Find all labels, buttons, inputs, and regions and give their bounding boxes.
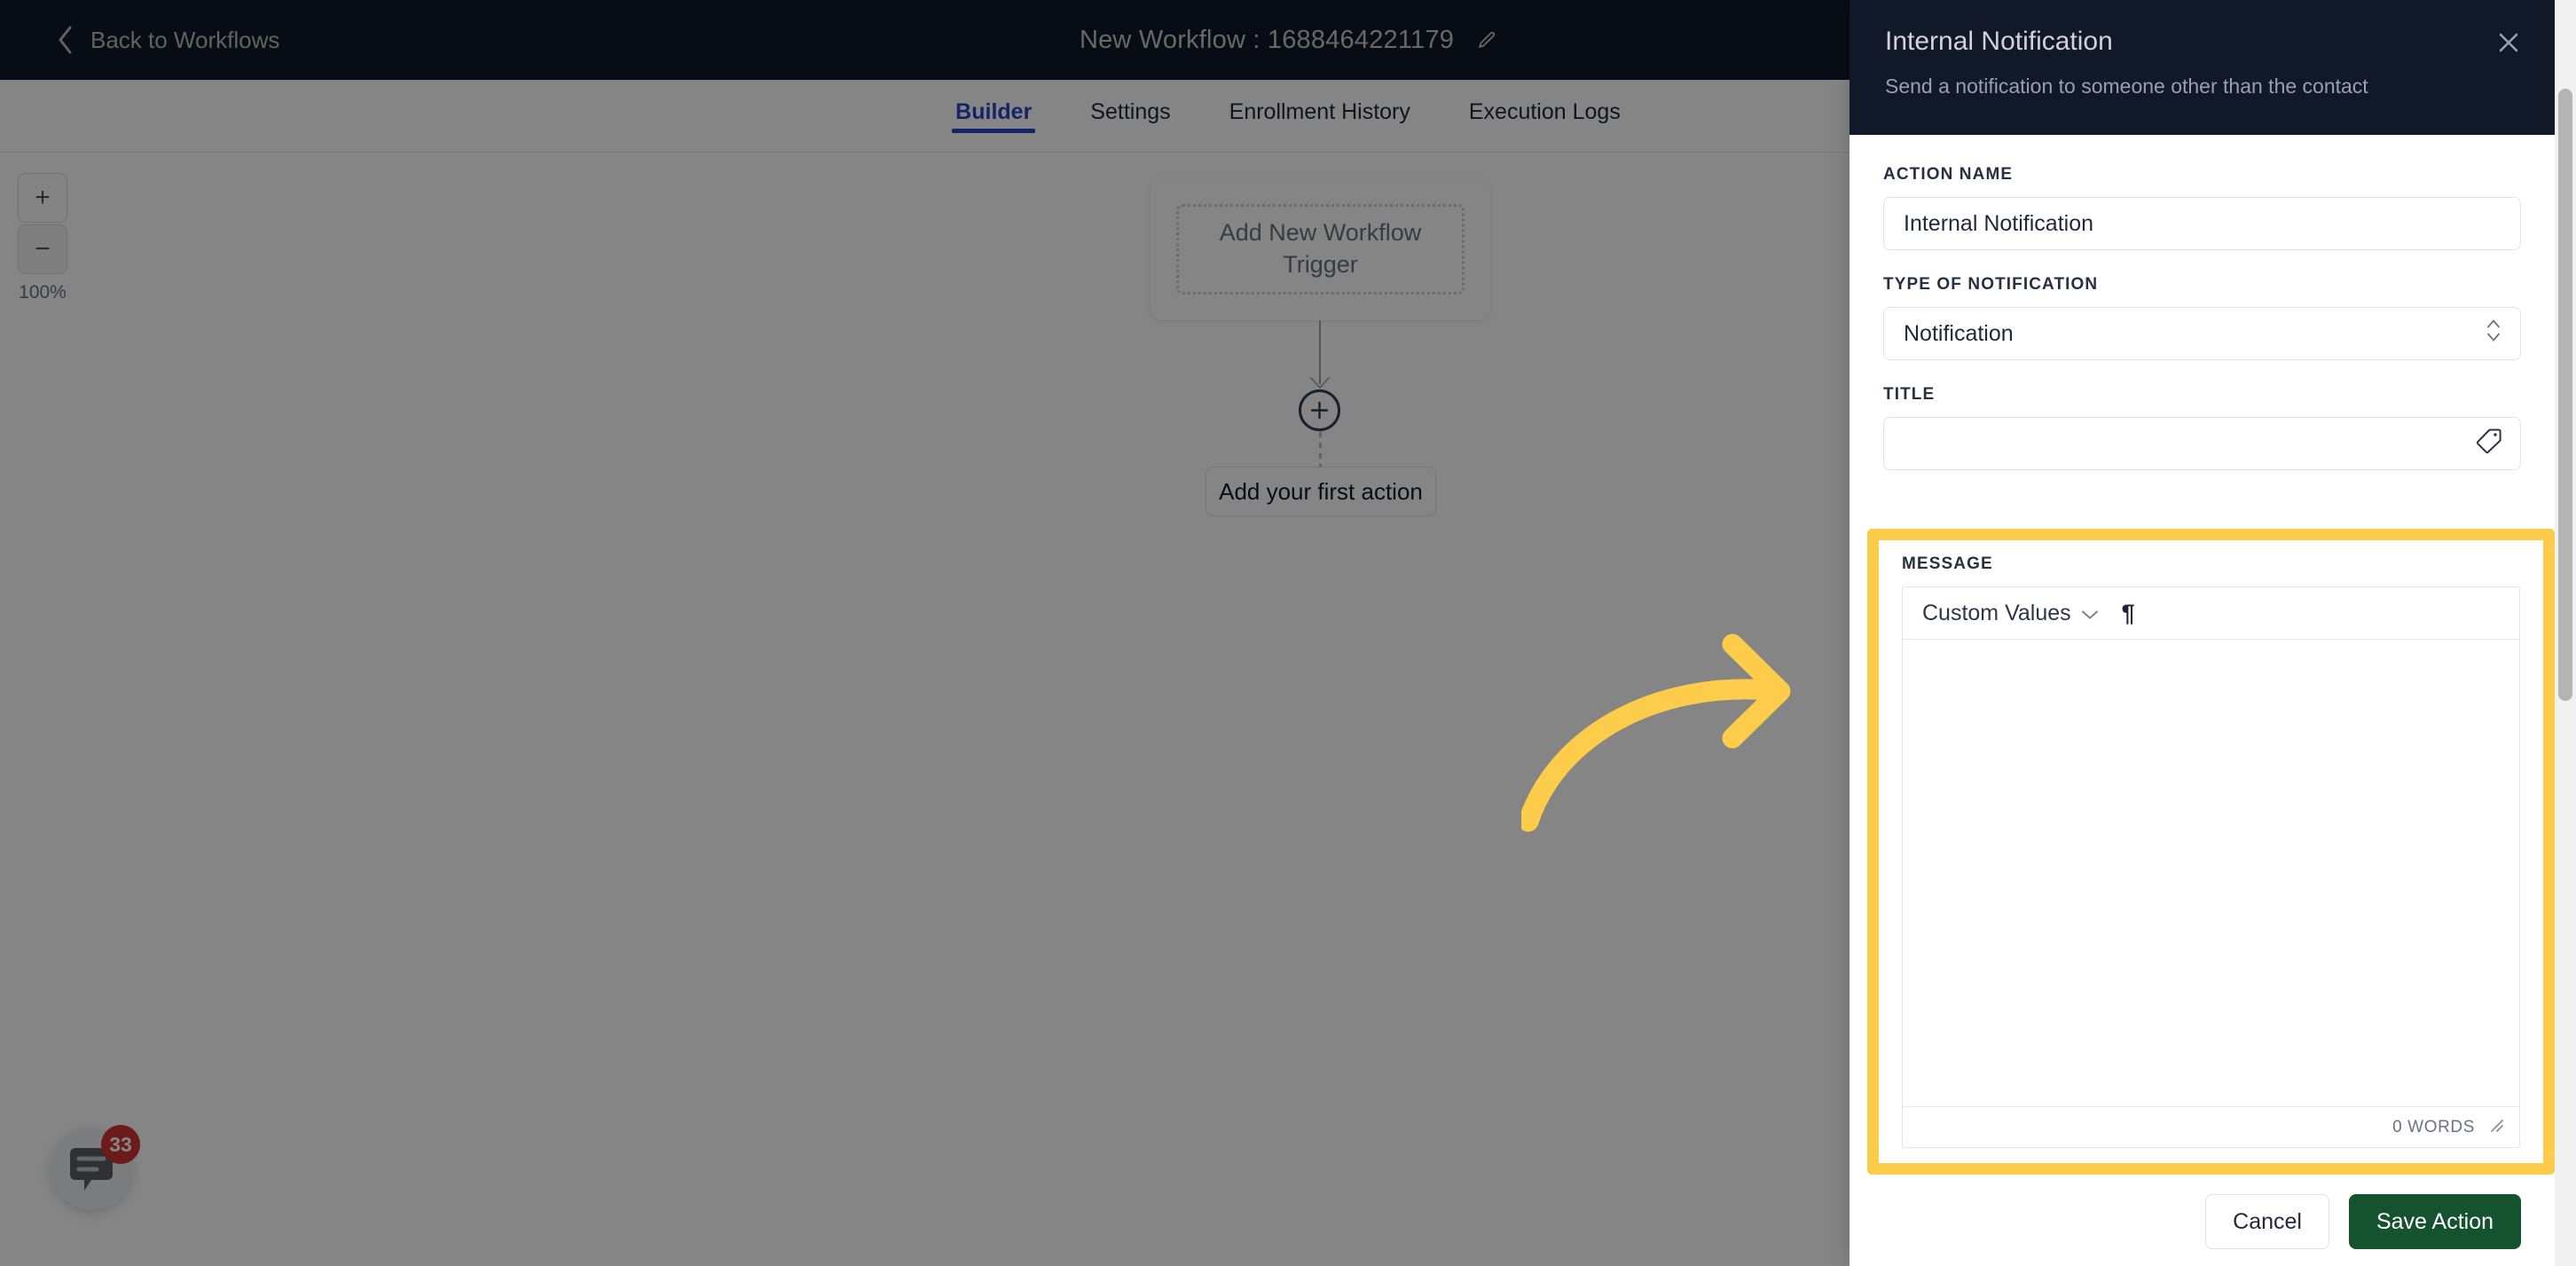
field-type-of-notification: TYPE OF NOTIFICATION Notification [1883, 275, 2521, 360]
chevron-left-icon [55, 25, 75, 55]
resize-handle-icon[interactable] [2487, 1116, 2505, 1138]
tab-execution-logs[interactable]: Execution Logs [1469, 80, 1621, 133]
tag-icon[interactable] [2476, 428, 2502, 460]
add-workflow-trigger-node[interactable]: Add New Workflow Trigger [1151, 178, 1490, 320]
panel-title: Internal Notification [1885, 27, 2113, 56]
app-root: Back to Workflows New Workflow : 1688464… [0, 0, 2576, 1266]
chevron-up-down-icon [2486, 317, 2501, 351]
action-name-input[interactable]: Internal Notification [1883, 197, 2521, 250]
zoom-out-button[interactable]: − [18, 224, 67, 274]
chat-widget[interactable]: 33 [51, 1125, 140, 1210]
plus-circle-icon [1309, 400, 1330, 421]
pilcrow-icon[interactable]: ¶ [2122, 601, 2135, 625]
add-workflow-trigger-label: Add New Workflow Trigger [1176, 204, 1465, 295]
field-title: TITLE [1883, 385, 2521, 470]
connector-line-2-dashed [1319, 432, 1322, 468]
field-action-name: ACTION NAME Internal Notification [1883, 165, 2521, 250]
panel-footer: Cancel Save Action [1850, 1177, 2555, 1266]
connector-arrowhead-icon [1310, 377, 1330, 389]
pencil-icon[interactable] [1477, 30, 1496, 50]
zoom-controls: + − 100% [15, 173, 70, 303]
page-scrollbar-track[interactable] [2555, 0, 2576, 1266]
title-input[interactable] [1883, 417, 2521, 470]
custom-values-dropdown[interactable]: Custom Values [1922, 601, 2099, 626]
field-message-label: MESSAGE [1902, 554, 1993, 573]
type-of-notification-select[interactable]: Notification [1883, 307, 2521, 360]
page-scrollbar-thumb[interactable] [2558, 89, 2572, 701]
add-first-action-button[interactable]: Add your first action [1206, 467, 1436, 516]
connector-line-1 [1319, 320, 1321, 384]
tab-enrollment-history[interactable]: Enrollment History [1229, 80, 1410, 133]
zoom-in-button[interactable]: + [18, 173, 67, 223]
back-to-workflows-label: Back to Workflows [90, 26, 280, 53]
chat-unread-badge: 33 [101, 1125, 140, 1164]
panel-body: ACTION NAME Internal Notification TYPE O… [1850, 135, 2555, 470]
tab-settings[interactable]: Settings [1090, 80, 1170, 133]
editor-status-bar: 0 WORDS [1903, 1106, 2519, 1147]
message-field-highlight: MESSAGE Custom Values ¶ 0 WORDS [1867, 529, 2555, 1175]
field-type-of-notification-label: TYPE OF NOTIFICATION [1883, 275, 2099, 294]
type-of-notification-value: Notification [1904, 320, 2014, 346]
zoom-level-label: 100% [19, 282, 67, 303]
chevron-down-icon [2081, 601, 2099, 626]
close-icon[interactable] [2493, 27, 2525, 59]
add-action-plus-button[interactable] [1299, 389, 1340, 431]
field-title-label: TITLE [1883, 385, 1936, 404]
custom-values-label: Custom Values [1922, 600, 2071, 625]
panel-subtitle: Send a notification to someone other tha… [1885, 75, 2368, 98]
back-to-workflows-button[interactable]: Back to Workflows [55, 25, 279, 55]
message-rich-text-editor[interactable]: Custom Values ¶ 0 WORDS [1902, 586, 2520, 1148]
action-name-value: Internal Notification [1904, 210, 2094, 236]
page-title: New Workflow : 1688464221179 [1079, 25, 1455, 54]
cancel-button[interactable]: Cancel [2205, 1194, 2329, 1249]
field-action-name-label: ACTION NAME [1883, 165, 2014, 184]
panel-header: Internal Notification Send a notificatio… [1850, 0, 2555, 135]
editor-toolbar: Custom Values ¶ [1903, 587, 2519, 640]
word-count-label: 0 WORDS [2392, 1117, 2475, 1136]
save-action-button[interactable]: Save Action [2348, 1194, 2521, 1249]
message-input-area[interactable] [1903, 640, 2519, 1106]
tab-builder[interactable]: Builder [952, 80, 1036, 133]
